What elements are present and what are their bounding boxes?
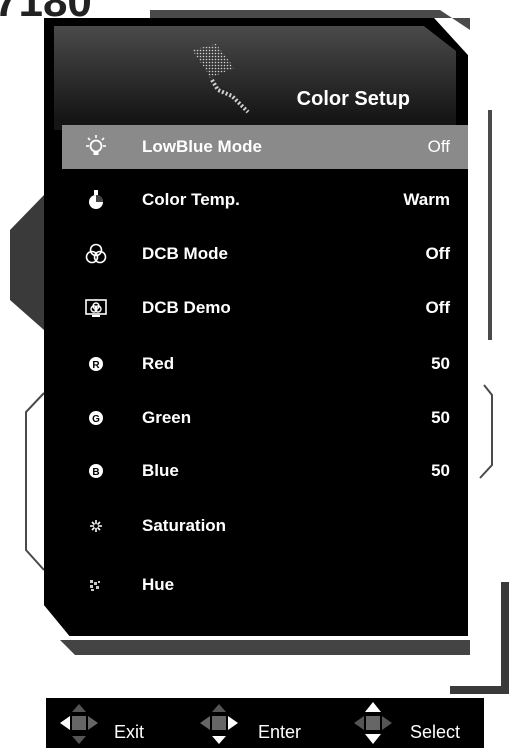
- menu-item-value: Off: [427, 137, 450, 156]
- menu-item-value: Off: [425, 298, 450, 317]
- page-title: Color Setup: [296, 88, 410, 110]
- menu-item-value: 50: [431, 461, 450, 480]
- menu-item-value: 50: [431, 354, 450, 373]
- up-down-arrows-icon: [354, 702, 392, 744]
- menu-item-dcb-demo[interactable]: DCB Demo Off: [62, 286, 468, 330]
- menu-item-label: DCB Mode: [142, 244, 228, 263]
- menu-item-value: Off: [425, 244, 450, 263]
- r-icon: R: [89, 357, 103, 371]
- menu-item-lowblue-mode[interactable]: LowBlue Mode Off: [62, 125, 468, 169]
- menu-item-green[interactable]: G Green 50: [62, 396, 468, 440]
- menu-item-label: Color Temp.: [142, 190, 240, 209]
- menu-item-label: Red: [142, 354, 175, 373]
- menu-item-label: Green: [142, 408, 192, 427]
- select-label: Select: [410, 722, 461, 742]
- enter-label: Enter: [258, 722, 302, 742]
- menu-item-value: 50: [431, 408, 450, 427]
- g-icon: G: [89, 411, 103, 425]
- left-right-arrows-icon: [200, 704, 238, 744]
- svg-text:G: G: [92, 414, 100, 425]
- menu-item-label: LowBlue Mode: [142, 137, 262, 156]
- rgb-circles-icon: [85, 243, 107, 264]
- menu-item-label: Blue: [142, 461, 179, 480]
- menu-item-blue[interactable]: B Blue 50: [62, 449, 468, 493]
- monitor-demo-icon: [85, 299, 107, 317]
- menu-item-label: Hue: [142, 575, 175, 594]
- osd-panel: Color Setup LowBlue Mode Off Color Temp.…: [44, 18, 468, 636]
- left-right-arrows-icon: [60, 704, 98, 744]
- saturation-icon: [90, 520, 102, 532]
- exit-label: Exit: [114, 722, 145, 742]
- menu-item-dcb-mode[interactable]: DCB Mode Off: [62, 232, 468, 276]
- svg-text:B: B: [92, 467, 99, 478]
- menu-item-red[interactable]: R Red 50: [62, 342, 468, 386]
- menu-item-label: DCB Demo: [142, 298, 231, 317]
- panel-header: Color Setup: [54, 26, 456, 130]
- menu-item-saturation[interactable]: Saturation: [62, 504, 468, 548]
- b-icon: B: [89, 464, 103, 478]
- control-bar: Exit Enter Select: [46, 698, 484, 748]
- menu-item-value: Warm: [403, 190, 450, 209]
- menu-item-hue[interactable]: Hue: [62, 563, 468, 607]
- thermometer-icon: [89, 190, 103, 209]
- enter-button[interactable]: Enter: [192, 698, 322, 748]
- menu-item-label: Saturation: [142, 516, 227, 535]
- select-button[interactable]: Select: [346, 698, 484, 748]
- menu-item-color-temp[interactable]: Color Temp. Warm: [62, 178, 468, 222]
- bulb-icon: [86, 135, 106, 155]
- exit-button[interactable]: Exit: [52, 698, 162, 748]
- hue-icon: [90, 580, 100, 591]
- svg-text:R: R: [92, 360, 100, 371]
- paint-roller-icon: [192, 44, 250, 114]
